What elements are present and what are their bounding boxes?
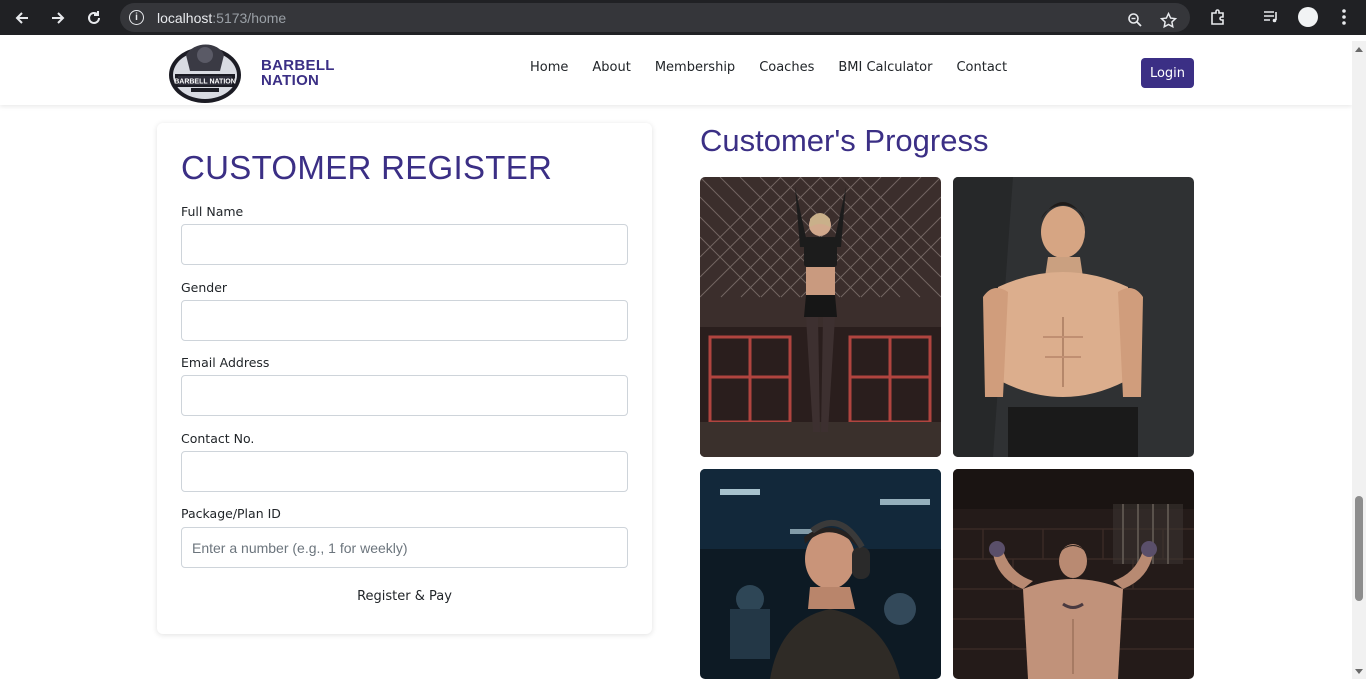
nav-link-home[interactable]: Home (530, 60, 568, 75)
zoom-icon[interactable] (1124, 9, 1146, 31)
nav-link-bmi-calculator[interactable]: BMI Calculator (838, 60, 932, 75)
scroll-down-arrow-icon[interactable] (1355, 669, 1363, 674)
main-menu: Home About Membership Coaches BMI Calcul… (530, 60, 1031, 75)
nav-link-coaches[interactable]: Coaches (759, 60, 814, 75)
nav-link-contact[interactable]: Contact (956, 60, 1007, 75)
address-bar[interactable]: i localhost:5173/home (120, 3, 1190, 32)
progress-photo-1 (700, 177, 941, 457)
profile-avatar[interactable] (1297, 6, 1319, 28)
gender-label: Gender (181, 280, 228, 295)
url-host: localhost (157, 10, 213, 26)
contact-input[interactable] (181, 451, 628, 492)
site-navbar: BARBELL NATION BARBELL NATION Home About… (0, 41, 1352, 105)
email-input[interactable] (181, 375, 628, 416)
plan-id-input[interactable] (181, 527, 628, 568)
nav-link-membership[interactable]: Membership (655, 60, 735, 75)
media-icon[interactable] (1260, 6, 1282, 28)
scroll-up-arrow-icon[interactable] (1355, 47, 1363, 52)
full-name-input[interactable] (181, 224, 628, 265)
register-pay-button[interactable]: Register & Pay (337, 586, 472, 606)
progress-photo-4 (953, 469, 1194, 679)
extensions-icon[interactable] (1207, 6, 1229, 28)
plan-id-label: Package/Plan ID (181, 506, 281, 521)
brand-line-1: BARBELL (261, 57, 335, 74)
back-arrow-icon[interactable] (10, 6, 34, 30)
scrollbar-thumb[interactable] (1355, 496, 1363, 601)
url-text: localhost:5173/home (157, 10, 286, 26)
email-label: Email Address (181, 355, 270, 370)
nav-link-about[interactable]: About (592, 60, 630, 75)
progress-title: Customer's Progress (700, 123, 989, 158)
barbell-nation-logo[interactable]: BARBELL NATION (166, 41, 244, 105)
browser-toolbar: i localhost:5173/home (0, 0, 1366, 35)
page-scrollbar[interactable] (1352, 41, 1366, 679)
gender-input[interactable] (181, 300, 628, 341)
register-form-card: CUSTOMER REGISTER Full Name Gender Email… (157, 123, 652, 634)
info-icon[interactable]: i (129, 10, 144, 25)
register-title: CUSTOMER REGISTER (181, 149, 553, 186)
url-path: :5173/home (212, 10, 287, 26)
login-button[interactable]: Login (1141, 58, 1194, 88)
reload-icon[interactable] (82, 6, 106, 30)
progress-photo-3 (700, 469, 941, 679)
brand-name[interactable]: BARBELL NATION (261, 58, 335, 88)
full-name-label: Full Name (181, 204, 244, 219)
contact-label: Contact No. (181, 431, 255, 446)
logo-text: BARBELL NATION (174, 79, 236, 86)
star-icon[interactable] (1157, 9, 1179, 31)
forward-arrow-icon[interactable] (46, 6, 70, 30)
progress-photo-2 (953, 177, 1194, 457)
brand-line-2: NATION (261, 72, 320, 89)
page-viewport: BARBELL NATION BARBELL NATION Home About… (0, 41, 1352, 679)
menu-dots-icon[interactable] (1333, 6, 1355, 28)
